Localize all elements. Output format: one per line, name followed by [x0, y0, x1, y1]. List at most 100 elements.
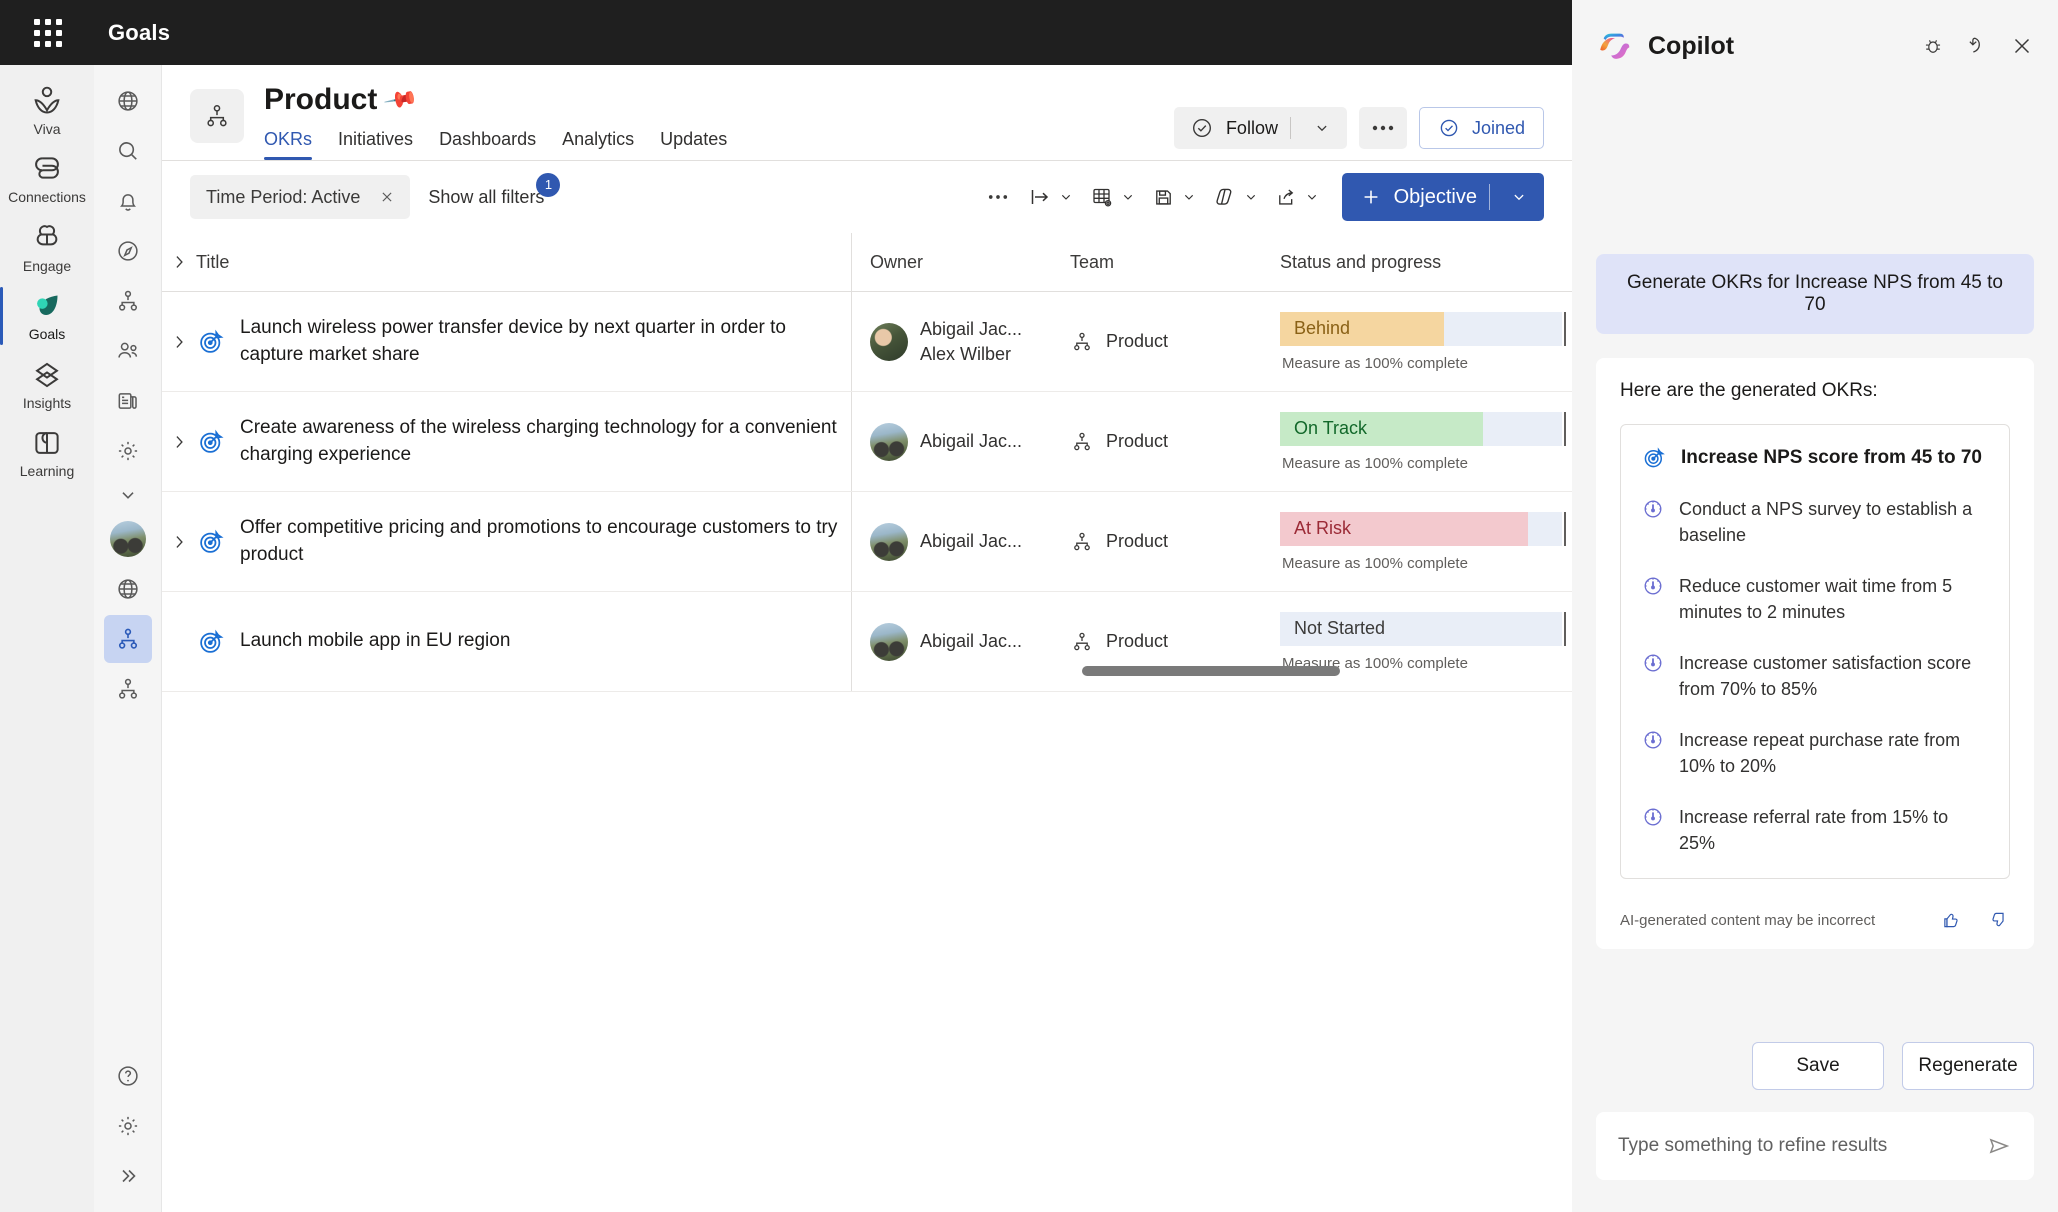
divider: [1489, 184, 1490, 210]
add-objective-button[interactable]: Objective: [1341, 173, 1544, 221]
chevron-down-icon: [1304, 189, 1320, 205]
globe-icon[interactable]: [104, 565, 152, 613]
tab-updates[interactable]: Updates: [660, 129, 727, 160]
sidebar-item-insights[interactable]: Insights: [0, 349, 94, 417]
page-title-text: Product: [264, 83, 378, 116]
send-icon[interactable]: [1986, 1133, 2012, 1159]
double-chevron-right-icon[interactable]: [104, 1152, 152, 1200]
table-row[interactable]: Launch mobile app in EU region Abigail J…: [162, 592, 1572, 692]
thumbs-up-icon[interactable]: [1940, 909, 1962, 931]
org-hierarchy-icon: [1070, 330, 1094, 354]
tab-dashboards[interactable]: Dashboards: [439, 129, 536, 160]
key-result-item[interactable]: Reduce customer wait time from 5 minutes…: [1641, 574, 1989, 625]
key-result-gauge-icon: [1641, 574, 1665, 598]
follow-button[interactable]: Follow: [1173, 107, 1347, 149]
undo-history-icon[interactable]: [1966, 35, 1988, 57]
sidebar-item-label: Learning: [19, 462, 75, 479]
learning-book-icon: [29, 425, 65, 461]
app-launcher-grid-icon[interactable]: [16, 18, 80, 47]
org-hierarchy-icon[interactable]: [103, 615, 152, 663]
row-owner: Abigail Jac... Alex Wilber: [920, 317, 1022, 366]
toolbar-more-button[interactable]: [978, 175, 1018, 219]
pin-icon[interactable]: 📌: [382, 81, 420, 118]
sidebar-item-engage[interactable]: Engage: [0, 212, 94, 280]
help-question-icon[interactable]: [104, 1052, 152, 1100]
key-result-gauge-icon: [1641, 805, 1665, 829]
copilot-header: Copilot: [1572, 0, 2058, 92]
key-result-item[interactable]: Conduct a NPS survey to establish a base…: [1641, 497, 1989, 548]
expand-rows-button[interactable]: [1022, 175, 1080, 219]
copilot-button[interactable]: [1207, 175, 1265, 219]
progress-marker: [1564, 311, 1566, 346]
table-row[interactable]: Offer competitive pricing and promotions…: [162, 492, 1572, 592]
okr-table: Title Owner Team Status and progress Lau…: [162, 233, 1572, 692]
sidebar-item-label: Engage: [22, 257, 72, 274]
key-result-item[interactable]: Increase repeat purchase rate from 10% t…: [1641, 728, 1989, 779]
save-view-button[interactable]: [1146, 175, 1203, 219]
scrollbar-thumb[interactable]: [1082, 666, 1340, 676]
row-expand-chevron-icon[interactable]: [162, 532, 196, 552]
globe-icon[interactable]: [104, 77, 152, 125]
sidebar-item-goals[interactable]: Goals: [0, 280, 94, 348]
key-result-text: Increase repeat purchase rate from 10% t…: [1679, 730, 1961, 776]
check-circle-icon: [1438, 117, 1460, 139]
copilot-refine-input[interactable]: [1618, 1135, 1986, 1157]
save-button[interactable]: Save: [1752, 1042, 1884, 1090]
regenerate-button[interactable]: Regenerate: [1902, 1042, 2034, 1090]
people-icon[interactable]: [104, 327, 152, 375]
gear-icon[interactable]: [104, 1102, 152, 1150]
horizontal-scrollbar[interactable]: [852, 666, 1572, 676]
thumbs-down-icon[interactable]: [1988, 909, 2010, 931]
sidebar-item-viva[interactable]: Viva: [0, 75, 94, 143]
status-badge: At Risk: [1294, 518, 1352, 538]
key-result-item[interactable]: Increase referral rate from 15% to 25%: [1641, 805, 1989, 856]
row-expand-chevron-icon[interactable]: [162, 432, 196, 452]
joined-button[interactable]: Joined: [1418, 107, 1544, 149]
org-hierarchy-icon[interactable]: [104, 277, 152, 325]
compass-icon[interactable]: [104, 227, 152, 275]
tab-analytics[interactable]: Analytics: [562, 129, 634, 160]
insights-layers-icon: [29, 357, 65, 393]
sidebar-item-label: Connections: [8, 189, 86, 206]
generated-objective[interactable]: Increase NPS score from 45 to 70: [1641, 445, 1989, 471]
news-feed-icon[interactable]: [104, 377, 152, 425]
tab-initiatives[interactable]: Initiatives: [338, 129, 413, 160]
tab-okrs[interactable]: OKRs: [264, 129, 313, 160]
response-footer: AI-generated content may be incorrect: [1620, 909, 2010, 931]
close-icon[interactable]: [2010, 34, 2034, 58]
show-all-filters-button[interactable]: Show all filters 1: [428, 172, 561, 208]
objective-title: Increase NPS score from 45 to 70: [1681, 447, 1982, 468]
table-row[interactable]: Launch wireless power transfer device by…: [162, 292, 1572, 392]
chevron-down-icon[interactable]: [1303, 119, 1341, 137]
sidebar-item-label: Goals: [28, 326, 66, 343]
search-icon[interactable]: [104, 127, 152, 175]
column-header-title: Title: [196, 251, 230, 272]
org-hierarchy-icon[interactable]: [104, 665, 152, 713]
filter-chip-time-period[interactable]: Time Period: Active: [190, 175, 411, 219]
expand-all-chevron-icon[interactable]: [162, 252, 196, 272]
sidebar-item-connections[interactable]: Connections: [0, 143, 94, 211]
progress-bar: Not Started: [1280, 611, 1566, 646]
user-prompt-bubble: Generate OKRs for Increase NPS from 45 t…: [1596, 254, 2034, 334]
share-button[interactable]: [1269, 175, 1326, 219]
table-settings-button[interactable]: [1084, 175, 1142, 219]
bell-icon[interactable]: [104, 177, 152, 225]
avatar: [870, 322, 908, 361]
table-row[interactable]: Create awareness of the wireless chargin…: [162, 392, 1572, 492]
user-avatar-icon[interactable]: [104, 515, 152, 563]
row-team: Product: [1106, 531, 1169, 551]
sidebar-item-learning[interactable]: Learning: [0, 417, 94, 485]
chevron-down-icon[interactable]: [1502, 188, 1536, 206]
add-objective-label: Objective: [1393, 185, 1477, 208]
check-circle-icon: [1190, 116, 1214, 140]
generated-okr-box: Increase NPS score from 45 to 70 Conduct…: [1620, 424, 2010, 880]
bug-feedback-icon[interactable]: [1922, 35, 1944, 57]
gear-icon[interactable]: [104, 427, 152, 475]
more-options-button[interactable]: [1358, 107, 1407, 149]
key-result-item[interactable]: Increase customer satisfaction score fro…: [1641, 651, 1989, 702]
chevron-down-icon[interactable]: [104, 477, 152, 513]
viva-person-icon: [29, 83, 65, 119]
copilot-icon: [1213, 185, 1237, 209]
close-icon[interactable]: [378, 188, 396, 206]
row-expand-chevron-icon[interactable]: [162, 332, 196, 352]
